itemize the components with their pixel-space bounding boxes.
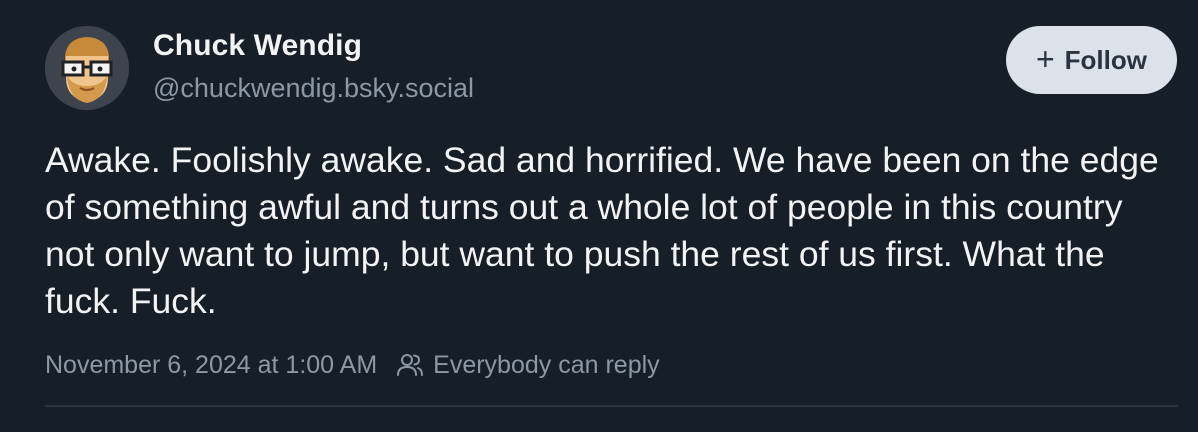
post-text: Awake. Foolishly awake. Sad and horrifie… bbox=[45, 140, 1159, 321]
reply-setting-label: Everybody can reply bbox=[433, 351, 660, 379]
reply-setting: Everybody can reply bbox=[395, 348, 660, 382]
follow-button-label: Follow bbox=[1064, 44, 1147, 75]
post-meta: November 6, 2024 at 1:00 AM Everybody ca… bbox=[45, 348, 660, 382]
post-card: Chuck Wendig @chuckwendig.bsky.social + … bbox=[0, 0, 1198, 432]
divider bbox=[45, 405, 1178, 407]
follow-button[interactable]: + Follow bbox=[1006, 26, 1177, 94]
author-display-name[interactable]: Chuck Wendig bbox=[153, 28, 474, 64]
bearded-man-avatar-icon bbox=[45, 26, 129, 110]
avatar[interactable] bbox=[45, 26, 129, 110]
plus-icon: + bbox=[1035, 40, 1055, 77]
author-handle[interactable]: @chuckwendig.bsky.social bbox=[153, 71, 474, 105]
post-timestamp[interactable]: November 6, 2024 at 1:00 AM bbox=[45, 348, 377, 382]
author-info: Chuck Wendig @chuckwendig.bsky.social bbox=[153, 28, 474, 105]
people-icon bbox=[397, 354, 424, 376]
